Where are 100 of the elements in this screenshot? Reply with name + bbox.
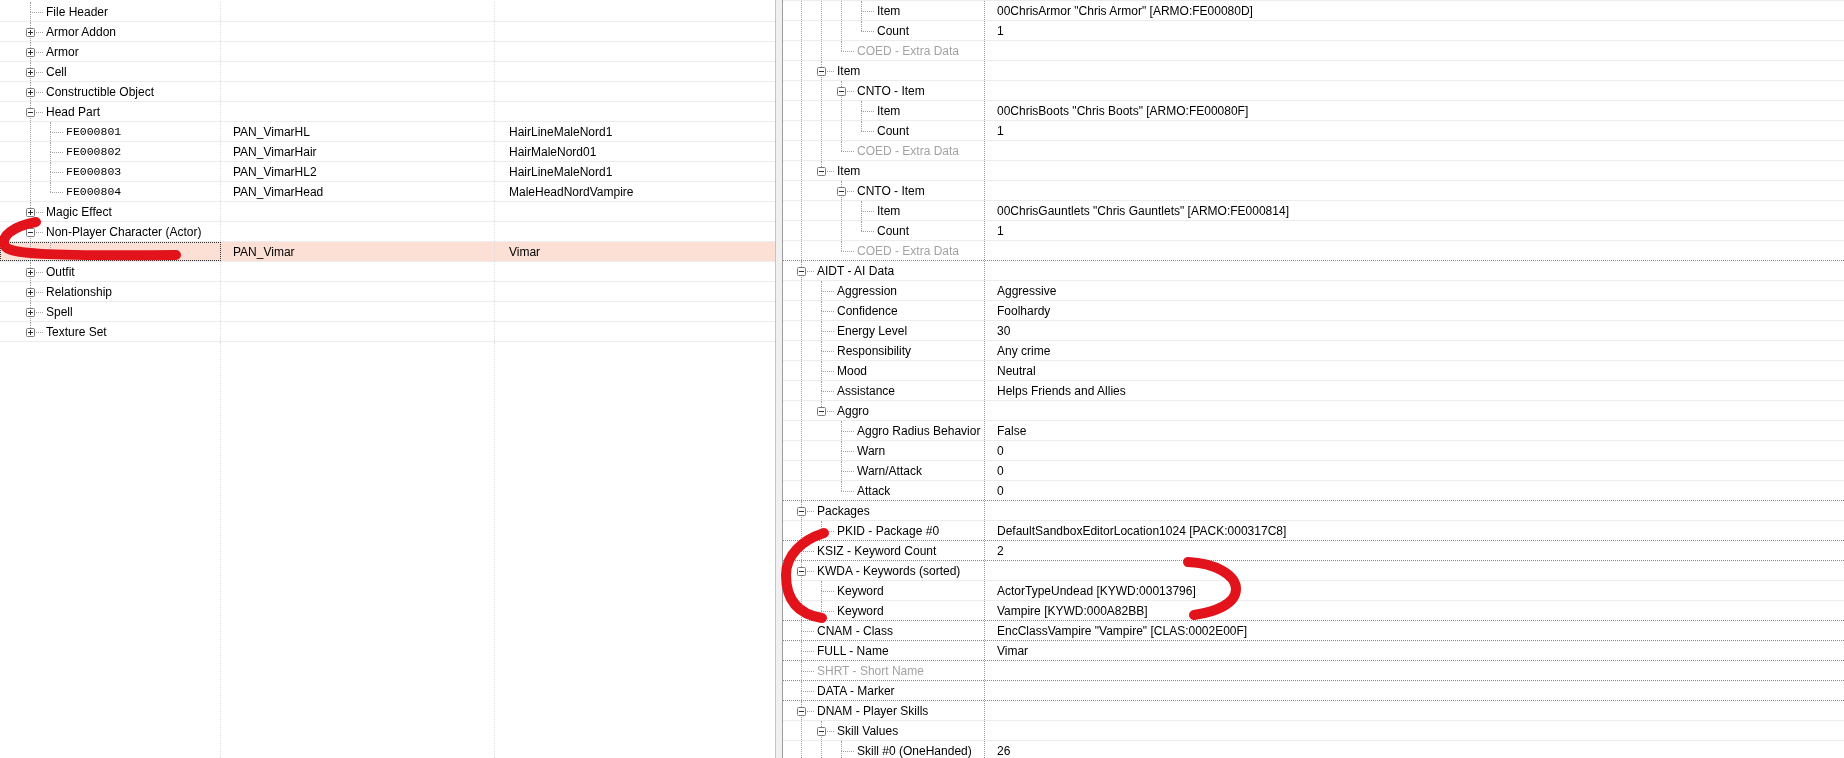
expand-icon[interactable] — [26, 268, 35, 277]
tree-label: Outfit — [46, 265, 75, 278]
editor-id: PAN_Vimar — [233, 245, 295, 258]
tree-label: Constructible Object — [46, 85, 155, 98]
field-value: Vimar — [997, 644, 1029, 657]
field-label: Skill #0 (OneHanded) — [857, 744, 972, 757]
field-label: Mood — [837, 364, 868, 377]
tree-label: Cell — [46, 65, 67, 78]
record-name: HairMaleNord01 — [509, 145, 597, 158]
field-value: Vampire [KYWD:000A82BB] — [997, 604, 1148, 617]
record-row[interactable]: FE000803 PAN_VimarHL2 HairLineMaleNord1 — [0, 162, 775, 182]
collapse-icon[interactable] — [817, 727, 826, 736]
tree-label: Relationship — [46, 285, 113, 298]
field-value: EncClassVampire "Vampire" [CLAS:0002E00F] — [997, 624, 1248, 637]
field-value: 0 — [997, 484, 1004, 497]
field-label: COED - Extra Data — [857, 144, 960, 157]
expand-icon[interactable] — [26, 88, 35, 97]
field-label: Aggro Radius Behavior — [857, 424, 981, 437]
expand-icon[interactable] — [26, 208, 35, 217]
collapse-icon[interactable] — [837, 187, 846, 196]
collapse-icon[interactable] — [26, 228, 35, 237]
record-row[interactable]: Texture Set — [0, 322, 775, 342]
record-row[interactable]: Head Part — [0, 102, 775, 122]
field-label: Confidence — [837, 304, 898, 317]
field-label: Responsibility — [837, 344, 912, 357]
tree-label: Non-Player Character (Actor) — [46, 225, 202, 238]
collapse-icon[interactable] — [837, 87, 846, 96]
record-row[interactable]: Outfit — [0, 262, 775, 282]
field-label: Item — [877, 104, 901, 117]
field-value: 1 — [997, 124, 1004, 137]
field-value: 0 — [997, 444, 1004, 457]
field-label: Warn — [857, 444, 886, 457]
field-label: KSIZ - Keyword Count — [817, 544, 937, 557]
field-value: 00ChrisArmor "Chris Armor" [ARMO:FE00080D] — [997, 4, 1253, 17]
tree-label: File Header — [46, 5, 109, 18]
field-label: Count — [877, 24, 910, 37]
record-row[interactable]: Magic Effect — [0, 202, 775, 222]
record-row[interactable]: Armor — [0, 42, 775, 62]
record-row[interactable]: FE000802 PAN_VimarHair HairMaleNord01 — [0, 142, 775, 162]
field-value: DefaultSandboxEditorLocation1024 [PACK:000317C8] — [997, 524, 1287, 537]
record-row[interactable]: Cell — [0, 62, 775, 82]
tree-label: Armor Addon — [46, 25, 117, 38]
field-label: SHRT - Short Name — [817, 664, 924, 677]
field-label: Item — [837, 164, 861, 177]
record-row[interactable]: Spell — [0, 302, 775, 322]
collapse-icon[interactable] — [817, 407, 826, 416]
expand-icon[interactable] — [26, 28, 35, 37]
expand-icon[interactable] — [26, 328, 35, 337]
field-label: DNAM - Player Skills — [817, 704, 929, 717]
tree-label: Head Part — [46, 105, 101, 118]
editor-id: PAN_VimarHL2 — [233, 165, 317, 178]
record-row[interactable]: Armor Addon — [0, 22, 775, 42]
field-value: 26 — [997, 744, 1011, 757]
field-label: Count — [877, 224, 910, 237]
field-label: Skill Values — [837, 724, 899, 737]
collapse-icon[interactable] — [797, 507, 806, 516]
collapse-icon[interactable] — [817, 67, 826, 76]
record-name: MaleHeadNordVampire — [509, 185, 634, 198]
field-label: Keyword — [837, 604, 884, 617]
record-name: Vimar — [509, 245, 541, 258]
editor-id: PAN_VimarHL — [233, 125, 310, 138]
record-row[interactable]: FE000804 PAN_VimarHead MaleHeadNordVampire — [0, 182, 775, 202]
expand-icon[interactable] — [26, 48, 35, 57]
field-label: COED - Extra Data — [857, 44, 960, 57]
form-id: FE000801 — [66, 125, 122, 138]
field-label: Item — [837, 64, 861, 77]
record-row[interactable]: Relationship — [0, 282, 775, 302]
field-value: 1 — [997, 24, 1004, 37]
field-label: CNAM - Class — [817, 624, 893, 637]
record-row[interactable]: FE000801 PAN_VimarHL HairLineMaleNord1 — [0, 122, 775, 142]
tree-label: Spell — [46, 305, 73, 318]
form-id: FE000802 — [66, 145, 122, 158]
field-label: Aggro — [837, 404, 870, 417]
collapse-icon[interactable] — [797, 267, 806, 276]
field-value: 2 — [997, 544, 1004, 557]
field-label: Warn/Attack — [857, 464, 922, 477]
field-value: 00ChrisBoots "Chris Boots" [ARMO:FE00080F] — [997, 104, 1249, 117]
record-row[interactable]: File Header — [0, 2, 775, 22]
collapse-icon[interactable] — [797, 707, 806, 716]
field-label: Packages — [817, 504, 870, 517]
field-value: Helps Friends and Allies — [997, 384, 1126, 397]
record-row[interactable]: Constructible Object — [0, 82, 775, 102]
field-value: False — [997, 424, 1027, 437]
expand-icon[interactable] — [26, 308, 35, 317]
field-label: FULL - Name — [817, 644, 889, 657]
expand-icon[interactable] — [26, 68, 35, 77]
field-label: DATA - Marker — [817, 684, 895, 697]
field-label: COED - Extra Data — [857, 244, 960, 257]
field-value: 00ChrisGauntlets "Chris Gauntlets" [ARMO:FE000814] — [997, 204, 1289, 217]
field-label: Attack — [857, 484, 891, 497]
record-name: HairLineMaleNord1 — [509, 165, 613, 178]
collapse-icon[interactable] — [26, 108, 35, 117]
tree-label: Texture Set — [46, 325, 107, 338]
field-label: Aggression — [837, 284, 898, 297]
expand-icon[interactable] — [26, 288, 35, 297]
field-value: 30 — [997, 324, 1011, 337]
field-label: Energy Level — [837, 324, 908, 337]
collapse-icon[interactable] — [817, 167, 826, 176]
collapse-icon[interactable] — [797, 567, 806, 576]
field-label: Item — [877, 4, 901, 17]
